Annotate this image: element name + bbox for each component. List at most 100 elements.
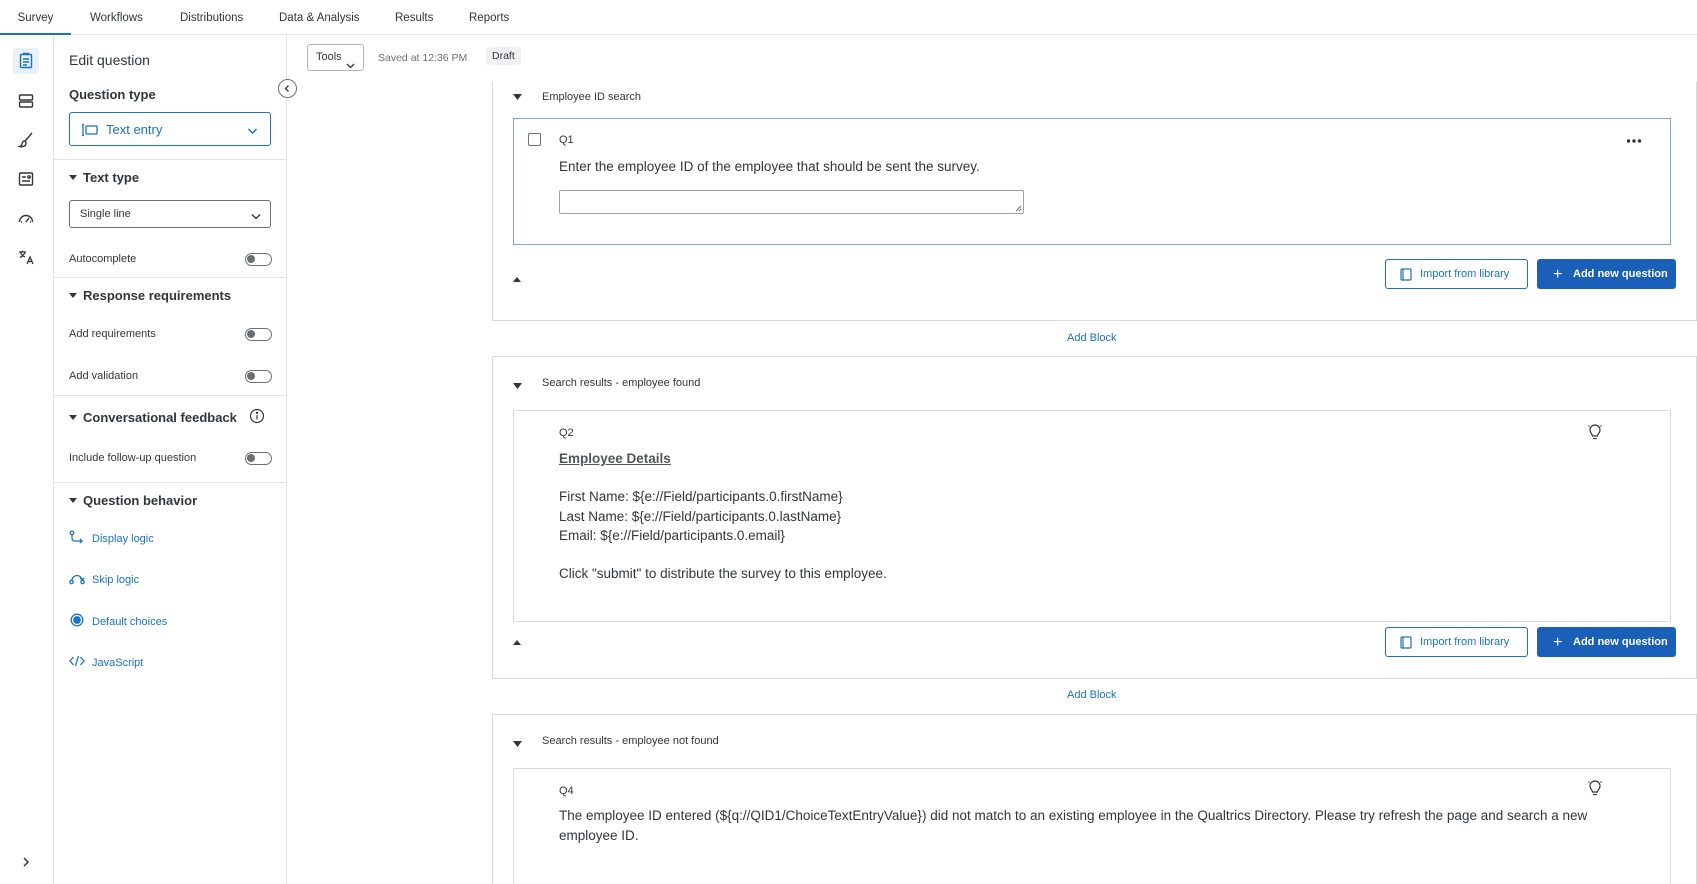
follow-up-toggle[interactable] — [245, 452, 272, 465]
collapse-block-icon[interactable] — [513, 94, 522, 100]
question-card[interactable]: Q4 The employee ID entered (${q://QID1/C… — [513, 768, 1671, 884]
add-question-label: Add new question — [1573, 636, 1668, 648]
question-behavior-heading: Question behavior — [83, 493, 198, 508]
saved-status: Saved at 12:36 PM — [378, 52, 468, 64]
divider — [54, 395, 287, 396]
tools-label: Tools — [316, 51, 342, 63]
chevron-down-icon — [346, 54, 355, 79]
block-title: Search results - employee found — [542, 377, 701, 389]
tab-data-analysis[interactable]: Data & Analysis — [279, 0, 360, 35]
block-title: Employee ID search — [542, 91, 642, 103]
conversational-feedback-section-toggle[interactable]: Conversational feedback — [69, 408, 265, 427]
follow-up-label: Include follow-up question — [69, 452, 197, 464]
info-icon[interactable] — [249, 408, 265, 427]
javascript-label: JavaScript — [92, 656, 144, 669]
skip-logic-label: Skip logic — [92, 573, 140, 586]
question-line: Last Name: ${e://Field/participants.0.la… — [559, 508, 842, 524]
question-text[interactable]: The employee ID entered (${q://QID1/Choi… — [559, 806, 1619, 845]
survey-canvas: Tools Saved at 12:36 PM Draft Employee I… — [287, 35, 1697, 884]
lightbulb-icon[interactable] — [1587, 423, 1603, 444]
question-type-heading: Question type — [69, 87, 156, 102]
panel-title: Edit question — [69, 52, 150, 68]
plus-icon: + — [1553, 634, 1563, 651]
tool-rail — [0, 35, 54, 884]
tab-results[interactable]: Results — [395, 0, 433, 35]
question-number: Q4 — [559, 785, 574, 797]
status-badge: Draft — [486, 47, 521, 65]
collapse-panel-button[interactable] — [278, 79, 297, 98]
add-new-question-button[interactable]: + Add new question — [1537, 259, 1676, 289]
plus-icon: + — [1553, 266, 1563, 283]
survey-options-icon[interactable] — [13, 205, 39, 231]
survey-icon[interactable] — [13, 48, 39, 74]
import-label: Import from library — [1420, 636, 1510, 648]
add-block-link[interactable]: Add Block — [1067, 689, 1117, 701]
block-title: Search results - employee not found — [542, 735, 719, 747]
default-choices-link[interactable]: Default choices — [69, 613, 167, 630]
survey-block: Search results - employee found Q2 Emplo… — [492, 356, 1697, 679]
move-up-icon[interactable] — [513, 640, 521, 645]
tab-survey-label: Survey — [17, 12, 54, 24]
autocomplete-toggle[interactable] — [245, 253, 272, 266]
question-behavior-section-toggle[interactable]: Question behavior — [69, 493, 197, 508]
chevron-down-icon — [251, 209, 261, 223]
caret-down-icon — [69, 415, 77, 420]
collapse-block-icon[interactable] — [513, 383, 522, 389]
tab-workflows-label: Workflows — [90, 12, 143, 24]
question-line: Email: ${e://Field/participants.0.email} — [559, 528, 785, 543]
javascript-link[interactable]: JavaScript — [69, 654, 143, 671]
look-and-feel-icon[interactable] — [13, 127, 39, 153]
tools-button[interactable]: Tools — [307, 44, 364, 71]
collapse-block-icon[interactable] — [513, 741, 522, 747]
question-card[interactable]: Q1 Enter the employee ID of the employee… — [513, 118, 1671, 245]
conversational-feedback-heading: Conversational feedback — [83, 410, 237, 425]
response-requirements-heading: Response requirements — [83, 288, 232, 303]
caret-down-icon — [69, 498, 77, 503]
tab-survey[interactable]: Survey — [0, 0, 71, 35]
resize-handle-icon[interactable] — [1015, 205, 1022, 212]
text-type-value: Single line — [80, 208, 131, 220]
tab-reports-label: Reports — [469, 12, 510, 24]
text-type-select[interactable]: Single line — [69, 200, 271, 228]
display-logic-icon — [69, 530, 85, 547]
add-requirements-label: Add requirements — [69, 328, 156, 340]
more-options-icon[interactable] — [1626, 133, 1642, 147]
divider — [54, 159, 287, 160]
text-entry-input[interactable] — [559, 190, 1024, 214]
question-type-select[interactable]: Text entry — [69, 112, 271, 146]
chevron-down-icon — [247, 124, 258, 138]
tab-reports[interactable]: Reports — [469, 0, 509, 35]
tab-distributions-label: Distributions — [180, 12, 244, 24]
question-text[interactable]: Enter the employee ID of the employee th… — [559, 157, 980, 177]
add-validation-toggle[interactable] — [245, 370, 272, 383]
default-choices-label: Default choices — [92, 615, 168, 628]
import-label: Import from library — [1420, 268, 1510, 280]
import-from-library-button[interactable]: Import from library — [1385, 627, 1528, 657]
add-requirements-toggle[interactable] — [245, 328, 272, 341]
add-new-question-button[interactable]: + Add new question — [1537, 627, 1676, 657]
text-type-section-toggle[interactable]: Text type — [69, 170, 139, 185]
translate-icon[interactable] — [13, 244, 39, 270]
skip-logic-link[interactable]: Skip logic — [69, 571, 139, 588]
response-requirements-section-toggle[interactable]: Response requirements — [69, 288, 231, 303]
question-card[interactable]: Q2 Employee Details First Name: ${e://Fi… — [513, 410, 1671, 622]
chevron-right-icon[interactable] — [13, 849, 39, 875]
lightbulb-icon[interactable] — [1587, 779, 1603, 800]
survey-block: Search results - employee not found Q4 T… — [492, 714, 1697, 884]
survey-toolbar: Tools Saved at 12:36 PM Draft — [287, 35, 1697, 82]
tab-workflows[interactable]: Workflows — [90, 0, 143, 35]
question-heading: Employee Details — [559, 451, 671, 466]
radio-selected-icon — [69, 613, 85, 630]
blocks-icon[interactable] — [13, 88, 39, 114]
question-select-checkbox[interactable] — [528, 133, 541, 146]
move-up-icon[interactable] — [513, 277, 521, 282]
tab-distributions[interactable]: Distributions — [180, 0, 243, 35]
add-block-link[interactable]: Add Block — [1067, 332, 1117, 344]
add-validation-label: Add validation — [69, 370, 139, 382]
survey-flow-icon[interactable] — [13, 166, 39, 192]
question-footer-text: Click "submit" to distribute the survey … — [559, 566, 887, 581]
survey-block: Employee ID search Q1 Enter the employee… — [492, 82, 1697, 321]
display-logic-link[interactable]: Display logic — [69, 530, 154, 547]
question-number: Q1 — [559, 134, 574, 146]
import-from-library-button[interactable]: Import from library — [1385, 259, 1528, 289]
